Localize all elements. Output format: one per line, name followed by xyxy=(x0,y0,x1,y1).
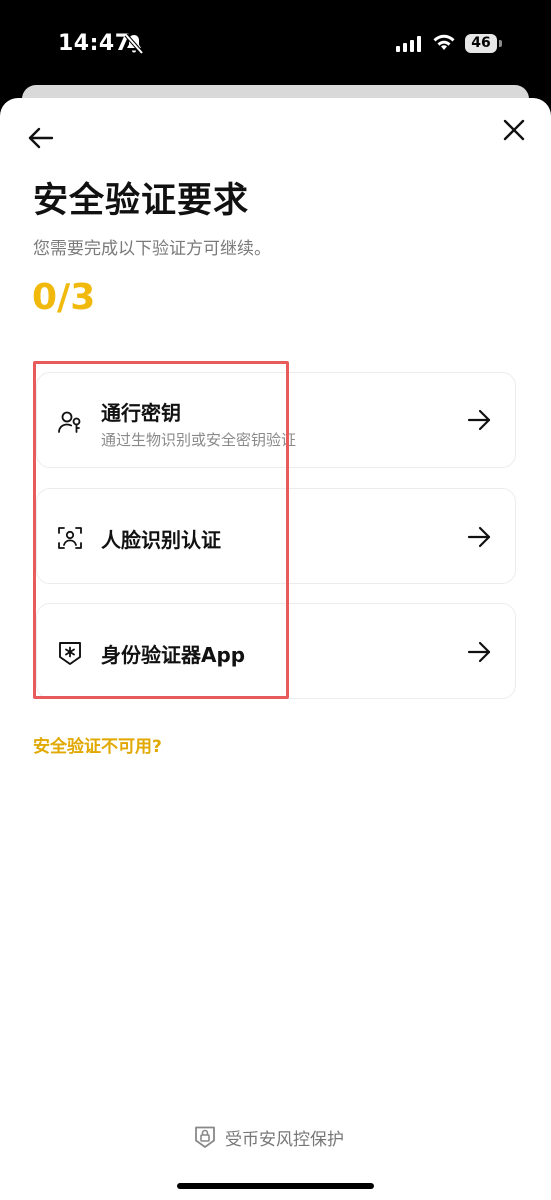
arrow-right-icon xyxy=(467,641,491,663)
footer-protection: 受币安风控保护 xyxy=(193,1124,344,1150)
status-time: 14:47 xyxy=(58,31,131,56)
passkey-users-icon xyxy=(58,411,81,433)
option-authenticator-app[interactable]: 身份验证器App xyxy=(36,603,516,699)
page-subtitle: 您需要完成以下验证方可继续。 xyxy=(33,239,271,259)
arrow-right-icon xyxy=(467,409,491,431)
option-label: 通行密钥 xyxy=(101,401,181,425)
option-label: 人脸识别认证 xyxy=(101,528,221,552)
battery-tip xyxy=(499,40,502,47)
arrow-right-icon xyxy=(467,526,491,548)
close-icon[interactable] xyxy=(502,118,526,142)
footer-text: 受币安风控保护 xyxy=(225,1129,344,1150)
home-indicator[interactable] xyxy=(177,1183,374,1189)
wifi-icon xyxy=(433,34,455,50)
option-passkey[interactable]: 通行密钥 通过生物识别或安全密钥验证 xyxy=(36,372,516,468)
shield-lock-icon xyxy=(195,1126,215,1148)
face-scan-icon xyxy=(58,527,82,549)
authenticator-shield-icon xyxy=(59,642,81,665)
option-face-recognition[interactable]: 人脸识别认证 xyxy=(36,488,516,584)
progress-counter: 0/3 xyxy=(32,277,96,318)
option-label: 身份验证器App xyxy=(101,643,246,667)
verification-unavailable-link[interactable]: 安全验证不可用? xyxy=(33,732,162,757)
status-bar: 14:47 46 xyxy=(0,0,551,92)
page-title: 安全验证要求 xyxy=(33,181,250,221)
arrow-left-icon[interactable] xyxy=(28,127,54,149)
cellular-signal-icon xyxy=(396,36,421,52)
bell-muted-icon xyxy=(124,33,144,55)
battery-indicator: 46 xyxy=(465,34,497,53)
option-description: 通过生物识别或安全密钥验证 xyxy=(101,431,297,449)
